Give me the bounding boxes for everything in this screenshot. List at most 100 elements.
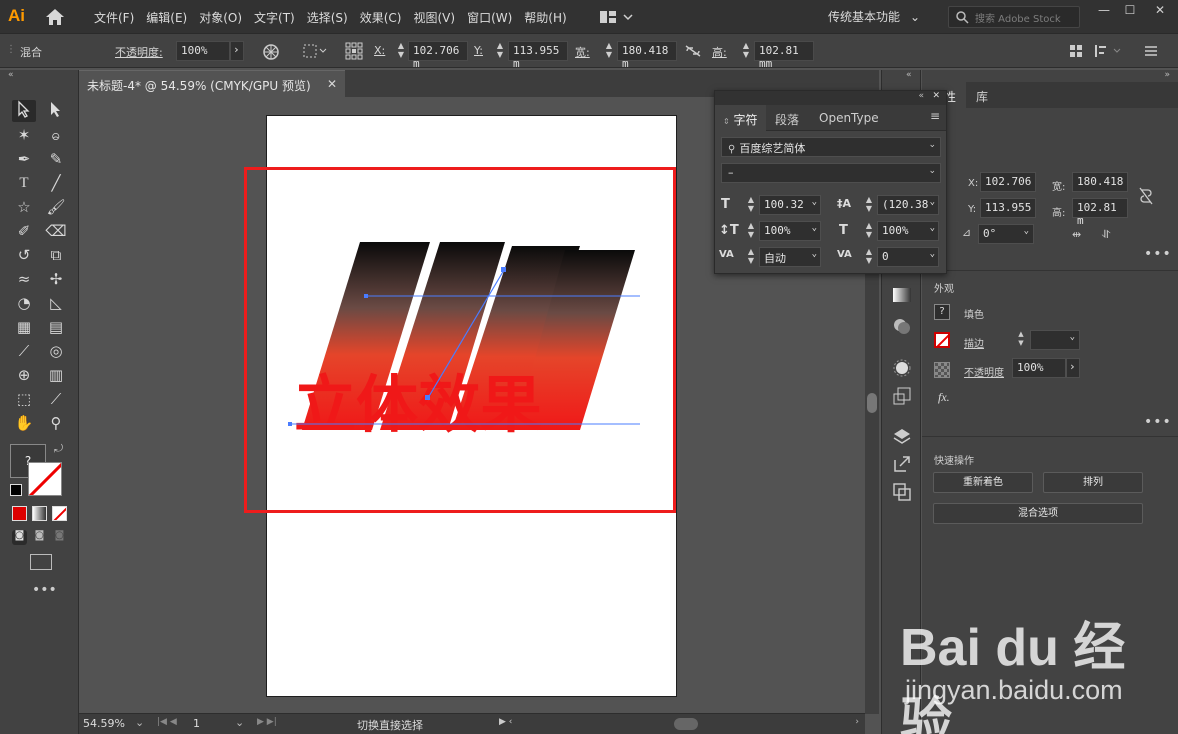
h-field[interactable]: 102.81 mm [754,41,814,70]
h-scroll-thumb[interactable] [674,718,698,730]
recolor-artwork-icon[interactable] [262,43,280,61]
kerning-spinner[interactable]: ▲ ▼ [745,247,757,267]
stroke-weight-field[interactable]: ⌄ [1030,330,1080,350]
fill-unknown-swatch[interactable]: ? [934,304,950,320]
constrain-proportions-icon[interactable] [1138,186,1154,206]
collapse-strip-icon[interactable]: « [906,70,912,80]
selection-tool[interactable] [12,100,36,122]
pen-tool[interactable]: ✒ [12,148,36,170]
horizontal-scale-field[interactable]: 100% ⌄ [877,221,939,241]
first-artboard-icon[interactable]: |◀ ◀ [157,717,177,727]
hand-tool[interactable]: ✋ [12,412,36,434]
prop-opacity-arrow[interactable]: › [1066,358,1080,378]
draw-normal-icon[interactable]: ◙ [12,530,27,545]
stroke-swatch[interactable] [28,462,62,496]
stroke-none-swatch[interactable] [934,332,950,348]
artboard-number-field[interactable]: 1 [193,717,200,730]
menu-view[interactable]: 视图(V) [407,9,461,26]
flip-horizontal-icon[interactable]: ⇹ [1072,228,1081,241]
artboards-panel-icon[interactable] [892,482,912,502]
y-spinner[interactable]: ▲ ▼ [494,41,506,61]
character-panel-header[interactable]: « ✕ [715,91,946,105]
vertical-scale-spinner[interactable]: ▲ ▼ [745,221,757,241]
prop-opacity-field[interactable]: 100% [1012,358,1066,378]
close-tab-icon[interactable]: ✕ [327,77,337,91]
panel-close-icon[interactable]: ✕ [932,91,940,101]
tracking-spinner[interactable]: ▲ ▼ [863,247,875,267]
perspective-grid-tool[interactable]: ◺ [44,292,68,314]
screen-mode-icon[interactable] [30,554,52,570]
minimize-button[interactable]: — [1090,0,1118,22]
horizontal-scale-spinner[interactable]: ▲ ▼ [863,221,875,241]
more-tools-icon[interactable]: ••• [32,582,57,598]
status-arrow-icon[interactable]: ▶ ‹ [499,717,512,727]
workspace-switcher[interactable]: 传统基本功能 ⌄ [828,8,920,25]
appearance-panel-icon[interactable] [892,358,912,378]
menu-select[interactable]: 选择(S) [301,9,354,26]
x-spinner[interactable]: ▲ ▼ [395,41,407,61]
prop-w-field[interactable]: 180.418 [1072,172,1128,192]
vertical-scale-field[interactable]: 100% ⌄ [759,221,821,241]
prop-h-field[interactable]: 102.81 m [1072,198,1128,227]
w-field[interactable]: 180.418 m [617,41,677,70]
gradient-panel-icon[interactable] [893,288,911,302]
shape-builder-tool[interactable]: ◔ [12,292,36,314]
column-graph-tool[interactable]: ▥ [44,364,68,386]
character-menu-icon[interactable]: ≡ [930,109,940,123]
x-field[interactable]: 102.706 m [408,41,468,70]
slice-tool[interactable]: ⟋ [44,388,68,410]
stock-search-input[interactable]: 搜索 Adobe Stock [948,6,1080,28]
font-style-select[interactable]: – ⌄ [721,163,941,183]
blend-options-button[interactable]: 混合选项 [933,503,1143,524]
leading-spinner[interactable]: ▲ ▼ [863,195,875,215]
link-proportions-icon[interactable] [684,44,702,58]
menu-window[interactable]: 窗口(W) [461,9,518,26]
horizontal-scrollbar[interactable]: › [529,717,859,731]
gradient-tool[interactable]: ▤ [44,316,68,338]
leading-field[interactable]: (120.38 ⌄ [877,195,939,215]
scroll-right-icon[interactable]: › [855,717,859,727]
stroke-label[interactable]: 描边 [964,335,984,350]
type-tool[interactable]: T [12,172,36,194]
flip-vertical-icon[interactable]: ⥯ [1102,228,1110,242]
layers-panel-icon[interactable] [892,426,912,446]
opacity-field[interactable]: 100% [176,41,230,61]
draw-inside-icon[interactable]: ◙ [52,530,67,545]
align-icon[interactable] [302,43,330,59]
prop-opacity-label[interactable]: 不透明度 [964,364,1004,379]
scale-tool[interactable]: ⧉ [44,244,68,266]
curvature-tool[interactable]: ✎ [44,148,68,170]
gradient-mode-button[interactable] [32,506,47,521]
font-size-field[interactable]: 100.32 ⌄ [759,195,821,215]
eraser-tool[interactable]: ⌫ [44,220,68,242]
none-mode-button[interactable] [52,506,67,521]
close-window-button[interactable]: ✕ [1146,0,1174,22]
recolor-button[interactable]: 重新着色 [933,472,1033,493]
tab-character[interactable]: ⇕ 字符 [715,105,766,131]
color-mode-button[interactable] [12,506,27,521]
menu-effect[interactable]: 效果(C) [354,9,408,26]
menu-help[interactable]: 帮助(H) [518,9,572,26]
star-tool[interactable]: ☆ [12,196,36,218]
prop-x-field[interactable]: 102.706 [980,172,1036,192]
line-segment-tool[interactable]: ╱ [44,172,68,194]
arrange-icon[interactable] [1068,43,1084,59]
symbol-sprayer-tool[interactable]: ⊕ [12,364,36,386]
tab-libraries[interactable]: 库 [966,82,998,108]
scroll-thumb[interactable] [867,393,877,413]
prop-angle-field[interactable]: 0° ⌄ [978,224,1034,244]
tab-opentype[interactable]: OpenType [811,105,887,131]
export-panel-icon[interactable] [892,454,912,474]
opacity-label[interactable]: 不透明度: [115,44,163,60]
swap-fill-stroke-icon[interactable]: ⤾ [54,442,63,456]
reference-point-icon[interactable] [345,42,363,60]
next-artboard-icon[interactable]: ▶ ▶| [257,717,277,727]
arrange-documents-icon[interactable] [598,9,638,25]
tracking-field[interactable]: 0 ⌄ [877,247,939,267]
menu-file[interactable]: 文件(F) [88,9,140,26]
appearance-more-icon[interactable]: ••• [1144,414,1172,430]
transform-more-icon[interactable]: ••• [1144,246,1172,262]
artboard-chevron-icon[interactable]: ⌄ [235,716,244,729]
collapse-icon[interactable]: « [8,70,14,80]
stroke-weight-spinner[interactable]: ▲ ▼ [1014,330,1028,350]
